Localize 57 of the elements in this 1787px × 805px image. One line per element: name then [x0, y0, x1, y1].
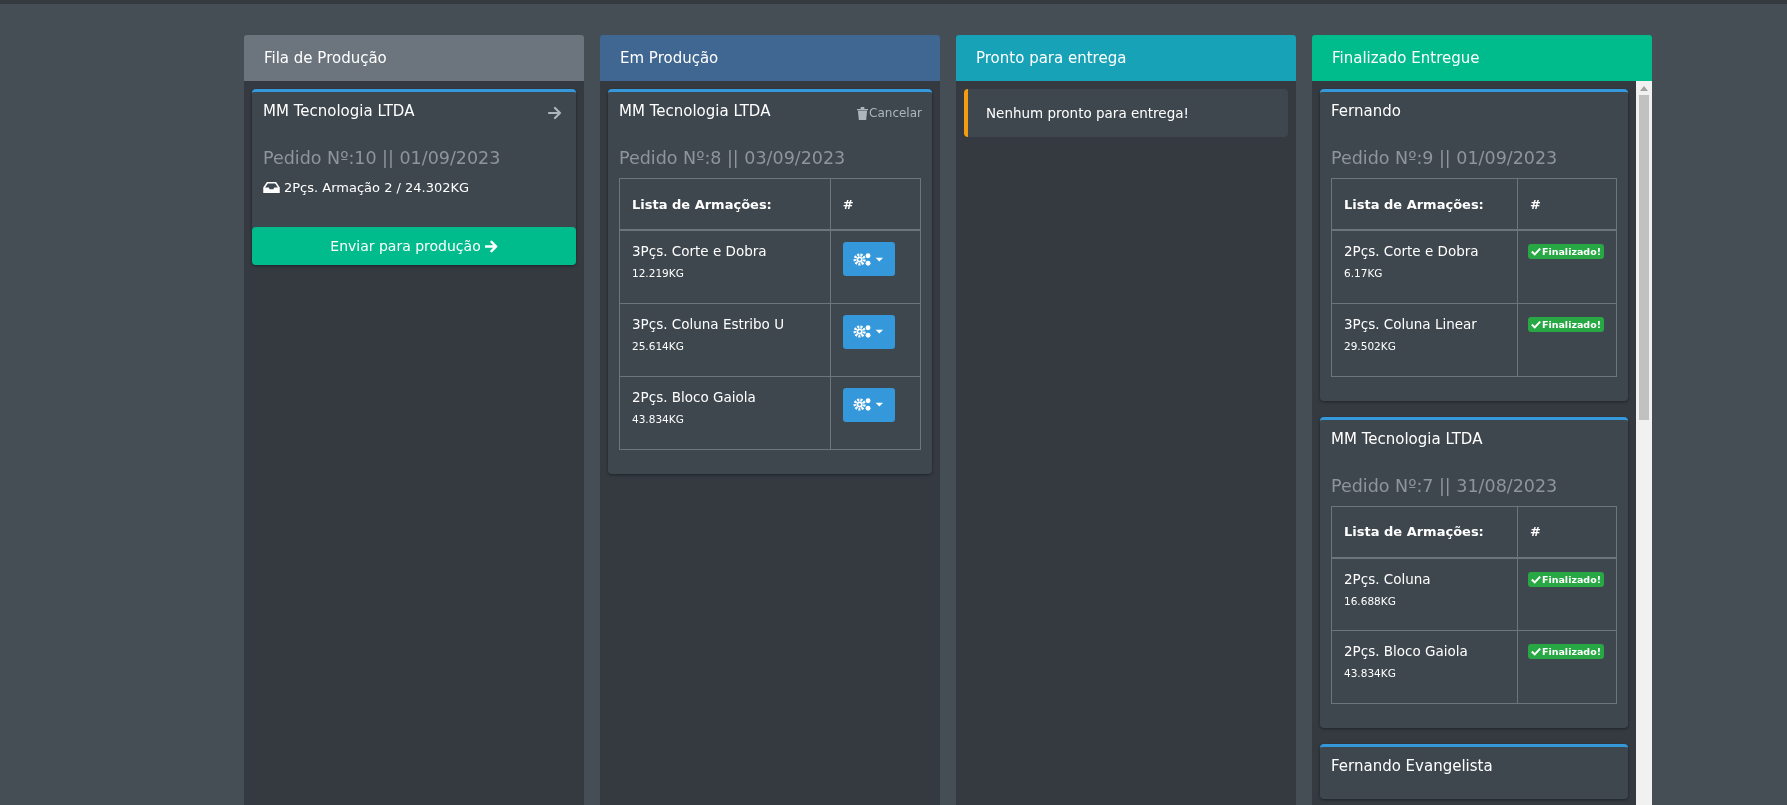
item-weight: 43.834KG: [1344, 667, 1397, 679]
item-weight: 12.219KG: [632, 267, 685, 279]
check-icon: [1530, 647, 1541, 656]
status-badge: Finalizado!: [1527, 244, 1604, 259]
gears-icon: [852, 324, 885, 339]
check-icon: [1530, 319, 1541, 329]
order-number: Pedido Nº:8 || 03/09/2023: [618, 148, 847, 168]
check-icon: [1530, 247, 1541, 256]
column-header: Fila de Produção: [244, 35, 584, 81]
table-header: #: [1517, 506, 1617, 558]
arrow-right-icon: [484, 239, 498, 253]
check-icon: [1530, 574, 1541, 584]
status-badge: Finalizado!: [1527, 571, 1604, 587]
item-weight: 25.614KG: [632, 339, 685, 352]
order-number: Pedido Nº:9 || 01/09/2023: [1330, 148, 1559, 168]
client-name: Fernando Evangelista: [1331, 757, 1493, 775]
table-header: #: [830, 178, 921, 230]
column-header: Finalizado Entregue: [1312, 35, 1652, 81]
arrow-right-icon[interactable]: [548, 106, 562, 120]
table-header: #: [1517, 178, 1617, 230]
scrollbar[interactable]: [1636, 81, 1652, 805]
item-weight: 29.502KG: [1344, 339, 1397, 352]
table-header: Lista de Armações:: [1331, 178, 1518, 230]
client-name: MM Tecnologia LTDA: [263, 102, 415, 120]
actions-dropdown-button[interactable]: [842, 242, 895, 276]
column-header: Pronto para entrega: [956, 35, 1296, 81]
item-text: 2Pçs. Armação 2 / 24.302KG: [284, 180, 470, 195]
table-header: Lista de Armações:: [619, 178, 831, 230]
status-badge: Finalizado!: [1527, 644, 1604, 659]
table-header: Lista de Armações:: [1331, 506, 1518, 558]
gears-icon: [852, 251, 885, 267]
item-weight: 43.834KG: [632, 412, 685, 425]
gears-icon: [852, 397, 885, 412]
cancel-link[interactable]: Cancelar: [857, 106, 922, 120]
client-name: MM Tecnologia LTDA: [1331, 429, 1483, 448]
status-badge: Finalizado!: [1527, 316, 1604, 332]
item-name: 2Pçs. Corte e Dobra: [1344, 243, 1480, 259]
inbox-icon: [263, 182, 280, 193]
trash-icon: [857, 106, 869, 120]
send-button[interactable]: Enviar para produção: [252, 227, 576, 265]
empty-message: Nenhum pronto para entrega!: [964, 89, 1288, 137]
item-name: 2Pçs. Bloco Gaiola: [1344, 643, 1469, 659]
item-weight: 16.688KG: [1344, 594, 1397, 607]
item-name: 3Pçs. Coluna Estribo U: [632, 315, 786, 332]
column-header: Em Produção: [600, 35, 940, 81]
scrollbar-thumb[interactable]: [1639, 95, 1649, 420]
order-number: Pedido Nº:7 || 31/08/2023: [1330, 475, 1559, 496]
actions-dropdown-button[interactable]: [842, 314, 895, 349]
item-name: 2Pçs. Coluna: [1344, 570, 1432, 587]
item-name: 3Pçs. Corte e Dobra: [632, 243, 768, 259]
client-name: MM Tecnologia LTDA: [619, 102, 771, 120]
client-name: Fernando: [1331, 102, 1401, 120]
item-name: 2Pçs. Bloco Gaiola: [632, 388, 757, 405]
order-number: Pedido Nº:10 || 01/09/2023: [262, 148, 502, 168]
item-name: 3Pçs. Coluna Linear: [1344, 315, 1478, 332]
item-weight: 6.17KG: [1344, 267, 1384, 279]
actions-dropdown-button[interactable]: [842, 387, 895, 422]
